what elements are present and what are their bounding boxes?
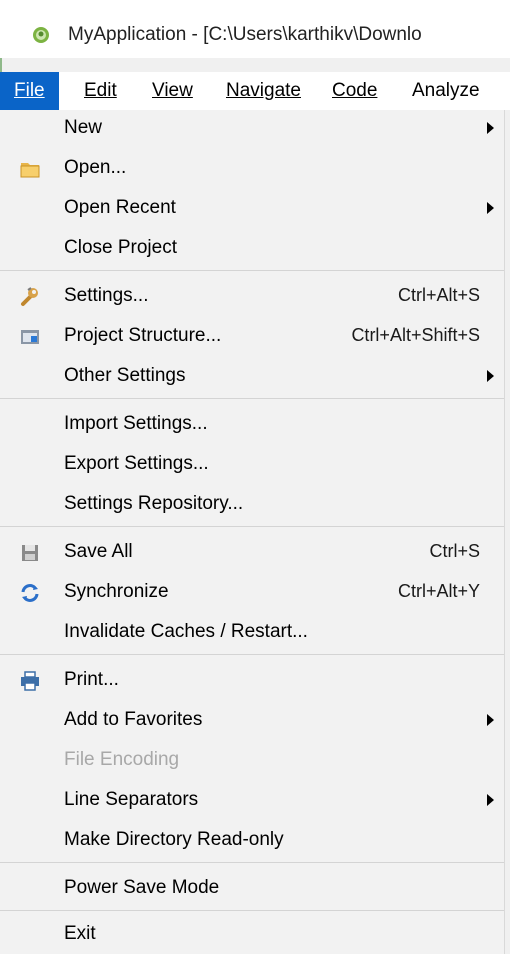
menu-item-shortcut: Ctrl+Alt+S [397, 285, 480, 305]
menu-item-add-to-favorites[interactable]: Add to Favorites [0, 702, 504, 740]
menu-file[interactable]: File [0, 72, 59, 110]
menu-item-settings-repository[interactable]: Settings Repository... [0, 486, 504, 524]
menu-item-label: Open Recent [64, 197, 176, 218]
menu-item-shortcut: Ctrl+Alt+Y [397, 581, 480, 601]
menu-item-make-directory-read-only[interactable]: Make Directory Read-only [0, 822, 504, 860]
print-icon [21, 671, 39, 691]
menu-item-export-settings[interactable]: Export Settings... [0, 446, 504, 484]
window-title: MyApplication - [C:\Users\karthikv\Downl… [68, 24, 422, 45]
menu-item-import-settings[interactable]: Import Settings... [0, 406, 504, 444]
menu-item-label: Synchronize [64, 581, 169, 602]
menu-item-line-separators[interactable]: Line Separators [0, 782, 504, 820]
menu-item-synchronize[interactable]: Synchronize Ctrl+Alt+Y [0, 574, 504, 612]
menu-item-print[interactable]: Print... [0, 662, 504, 700]
menu-item-label: Print... [64, 669, 119, 690]
menu-separator [0, 910, 504, 911]
menu-item-save-all[interactable]: Save All Ctrl+S [0, 534, 504, 572]
menu-separator [0, 270, 504, 271]
menu-item-shortcut: Ctrl+Alt+Shift+S [351, 325, 480, 345]
submenu-arrow-icon [487, 122, 494, 134]
menu-analyze[interactable]: Analyze [412, 72, 480, 110]
menu-item-project-structure[interactable]: Project Structure... Ctrl+Alt+Shift+S [0, 318, 504, 356]
menu-item-label: Import Settings... [64, 413, 208, 434]
file-menu-dropdown: New Open... Open Recent Close Project Se… [0, 110, 505, 954]
menu-item-settings[interactable]: Settings... Ctrl+Alt+S [0, 278, 504, 316]
menu-edit[interactable]: Edit [84, 72, 117, 110]
menu-item-label: Invalidate Caches / Restart... [64, 621, 308, 642]
menu-item-power-save-mode[interactable]: Power Save Mode [0, 870, 504, 908]
menu-separator [0, 654, 504, 655]
menu-item-label: Add to Favorites [64, 709, 203, 730]
menu-item-label: Other Settings [64, 365, 186, 386]
menu-item-label: Power Save Mode [64, 877, 220, 898]
submenu-arrow-icon [487, 370, 494, 382]
menu-item-label: Line Separators [64, 789, 199, 810]
menu-item-label: Make Directory Read-only [64, 829, 284, 850]
menu-item-invalidate-caches[interactable]: Invalidate Caches / Restart... [0, 614, 504, 652]
menu-item-label: Settings... [64, 285, 149, 306]
menu-item-file-encoding: File Encoding [0, 742, 504, 780]
title-bar: MyApplication - [C:\Users\karthikv\Downl… [0, 0, 510, 58]
synchronize-icon [21, 584, 39, 602]
menu-item-label: New [64, 117, 103, 138]
menu-item-new[interactable]: New [0, 110, 504, 148]
menu-code[interactable]: Code [332, 72, 377, 110]
menu-item-label: Project Structure... [64, 325, 222, 346]
wrench-icon [21, 287, 38, 306]
submenu-arrow-icon [487, 202, 494, 214]
menu-item-open[interactable]: Open... [0, 150, 504, 188]
submenu-arrow-icon [487, 714, 494, 726]
menu-item-close-project[interactable]: Close Project [0, 230, 504, 268]
menu-item-label: Close Project [64, 237, 177, 258]
menu-separator [0, 862, 504, 863]
menu-item-label: Export Settings... [64, 453, 209, 474]
menu-item-open-recent[interactable]: Open Recent [0, 190, 504, 228]
menu-bar: File Edit View Navigate Code Analyze [0, 72, 510, 110]
menu-item-other-settings[interactable]: Other Settings [0, 358, 504, 396]
menu-separator [0, 526, 504, 527]
folder-icon [20, 163, 40, 178]
save-icon [22, 545, 38, 561]
menu-item-label: Settings Repository... [64, 493, 244, 514]
menu-navigate[interactable]: Navigate [226, 72, 301, 110]
menu-item-label: Exit [64, 923, 96, 944]
submenu-arrow-icon [487, 794, 494, 806]
menu-item-label: Open... [64, 157, 127, 178]
menu-item-label: File Encoding [64, 749, 180, 770]
project-structure-icon [21, 330, 39, 344]
android-studio-icon [33, 27, 49, 43]
menu-separator [0, 398, 504, 399]
menu-item-shortcut: Ctrl+S [429, 541, 480, 561]
menu-item-exit[interactable]: Exit [0, 916, 504, 954]
menu-view[interactable]: View [152, 72, 193, 110]
menu-item-label: Save All [64, 541, 133, 562]
